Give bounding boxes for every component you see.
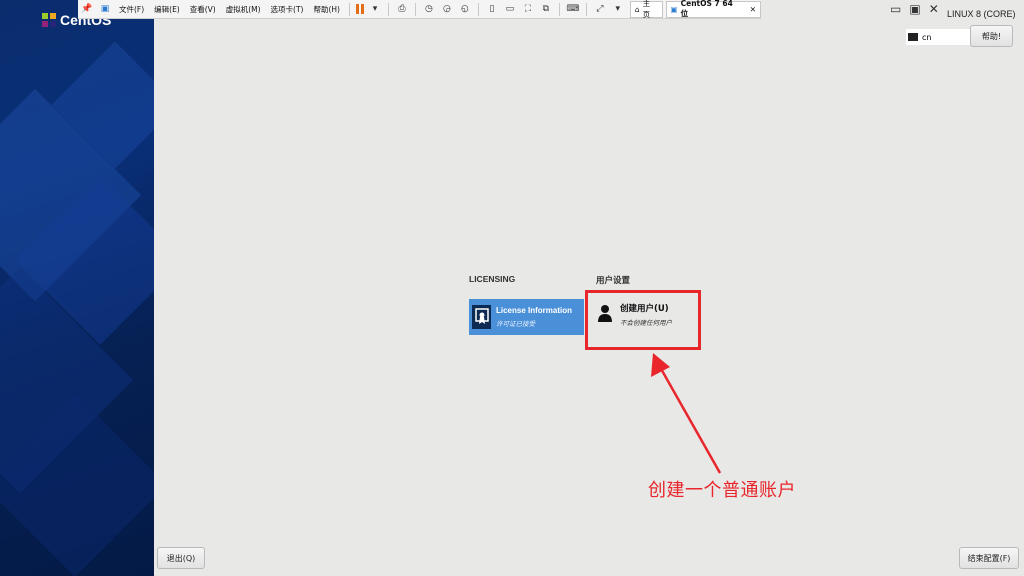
annotation-highlight-box xyxy=(585,290,701,350)
vm-toolbar: 📌 ▣ 文件(F) 编辑(E) 查看(V) 虚拟机(M) 选项卡(T) 帮助(H… xyxy=(78,0,762,19)
pause-icon[interactable] xyxy=(355,4,364,14)
license-information-spoke[interactable]: License Information 许可证已接受 xyxy=(469,299,584,335)
menu-tabs[interactable]: 选项卡(T) xyxy=(271,4,304,15)
license-spoke-status: 许可证已接受 xyxy=(496,320,535,328)
divider xyxy=(585,2,587,16)
section-title-licensing: LICENSING xyxy=(469,274,516,284)
close-icon[interactable]: ✕ xyxy=(750,5,756,14)
divider xyxy=(387,2,389,16)
pin-icon[interactable]: 📌 xyxy=(81,3,93,15)
certificate-icon xyxy=(472,305,491,329)
tab-home-label: 主页 xyxy=(642,0,651,19)
fullscreen-icon[interactable]: ⛶ xyxy=(522,3,534,15)
finish-configuration-button[interactable]: 结束配置(F) xyxy=(959,547,1019,569)
divider xyxy=(558,2,560,16)
section-title-user-settings: 用户设置 xyxy=(596,275,631,285)
keyboard-layout-label: cn xyxy=(922,32,932,42)
chevron-down-icon[interactable]: ▾ xyxy=(612,3,624,15)
tab-centos-label: CentOS 7 64 位 xyxy=(680,0,733,18)
home-icon: ⌂ xyxy=(634,4,640,14)
divider xyxy=(477,2,479,16)
vmware-icon[interactable]: ▣ xyxy=(99,3,111,15)
menu-view[interactable]: 查看(V) xyxy=(190,4,216,15)
restore-icon[interactable]: ▣ xyxy=(909,2,920,16)
console-icon[interactable]: ⌨ xyxy=(566,3,579,15)
divider xyxy=(414,2,416,16)
menu-help[interactable]: 帮助(H) xyxy=(313,4,340,15)
license-spoke-title: License Information xyxy=(496,306,573,315)
annotation-arrow-icon xyxy=(651,353,722,474)
unity-icon[interactable]: ⧉ xyxy=(540,3,552,15)
send-keys-icon[interactable]: ⎙ xyxy=(396,3,408,15)
revert-snapshot-icon[interactable]: ◶ xyxy=(441,3,453,15)
window-controls: ▭ ▣ ✕ xyxy=(890,2,939,16)
thumbnail-icon[interactable]: ▭ xyxy=(504,3,516,15)
menu-vm[interactable]: 虚拟机(M) xyxy=(226,4,261,15)
centos-mark-icon xyxy=(42,13,56,27)
sidebar-toggle-icon[interactable]: ▯ xyxy=(486,3,498,15)
menu-edit[interactable]: 编辑(E) xyxy=(154,4,180,15)
divider xyxy=(348,2,350,16)
minimize-icon[interactable]: ▭ xyxy=(890,2,901,16)
keyboard-icon xyxy=(908,33,918,41)
os-name: LINUX 8 (CORE) xyxy=(947,9,1016,19)
annotation-text: 创建一个普通账户 xyxy=(648,480,796,501)
snapshot-icon[interactable]: ◷ xyxy=(423,3,435,15)
help-button[interactable]: 帮助! xyxy=(970,25,1013,47)
vm-tab-icon: ▣ xyxy=(670,4,678,14)
chevron-down-icon[interactable]: ▾ xyxy=(369,3,381,15)
sidebar: CentOS xyxy=(0,0,154,576)
quit-button[interactable]: 退出(Q) xyxy=(157,547,205,569)
menu-file[interactable]: 文件(F) xyxy=(119,4,144,15)
stretch-icon[interactable]: ⤢ xyxy=(594,3,606,15)
keyboard-layout-indicator[interactable]: cn xyxy=(906,29,970,45)
tab-centos[interactable]: ▣ CentOS 7 64 位 ✕ xyxy=(665,0,762,18)
snapshot-manager-icon[interactable]: ◵ xyxy=(459,3,471,15)
tab-home[interactable]: ⌂ 主页 xyxy=(629,0,663,19)
close-window-icon[interactable]: ✕ xyxy=(929,2,939,16)
